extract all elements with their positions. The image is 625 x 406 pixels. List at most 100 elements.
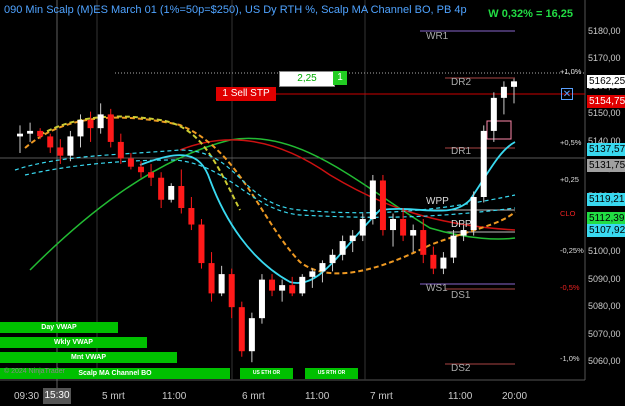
candle-body (410, 230, 417, 236)
candle-body (460, 230, 467, 236)
candle-body (420, 230, 427, 255)
price-tick-label: 5070,00 (588, 328, 621, 339)
candle-body (158, 177, 165, 200)
candle-body (450, 235, 457, 258)
x-icon[interactable]: ✕ (561, 88, 573, 100)
pct-plus-1: +1,0% (560, 67, 582, 76)
candle-body (17, 133, 23, 137)
price-tick-label: 5180,00 (588, 25, 621, 36)
pct-minus-05: -0,5% (560, 283, 580, 292)
pct-plus-025: +0,25 (560, 175, 579, 184)
price-tick-label: 5100,00 (588, 246, 621, 257)
monthly-vwap-bar: Mnt VWAP (0, 352, 177, 363)
candle-body (47, 136, 54, 148)
pct-minus-1: -1,0% (560, 354, 580, 363)
price-tick-label: 5080,00 (588, 301, 621, 312)
price-marker: 5137,57 (587, 142, 625, 156)
time-label: 5 mrt (102, 391, 125, 402)
candle-body (37, 130, 44, 137)
time-label: 11:00 (305, 391, 330, 402)
weekly-vwap-bar: Wkly VWAP (0, 337, 147, 348)
candle-body (228, 274, 235, 308)
us-rth-or-bar: US RTH OR (305, 368, 358, 379)
candle-body (400, 219, 407, 236)
price-marker: 5154,75 (587, 95, 625, 109)
us-eth-or-bar: US ETH OR (240, 368, 293, 379)
candle-body (238, 307, 245, 352)
pct-minus-025: -0,25% (560, 246, 584, 255)
candle-body (27, 130, 34, 134)
time-label: 6 mrt (242, 391, 265, 402)
level-dr2: DR2 (451, 77, 472, 88)
price-tick-label: 5170,00 (588, 53, 621, 64)
price-marker: 5162,25 (587, 74, 625, 88)
time-label: 7 mrt (370, 391, 393, 402)
price-tick-label: 5150,00 (588, 108, 621, 119)
candle-body (168, 185, 175, 200)
candle-body (117, 141, 124, 159)
chart-title: 090 Min Scalp (M)ES March 01 (1%=50p=$25… (4, 4, 467, 16)
candle-body (430, 254, 437, 269)
candle-body (77, 119, 84, 137)
day-vwap-bar: Day VWAP (0, 322, 118, 333)
candle-body (57, 147, 64, 156)
candle-body (208, 263, 215, 294)
candle-body (148, 172, 155, 178)
candle-body (349, 235, 356, 242)
price-marker: 5107,92 (587, 224, 625, 238)
candle-body (390, 219, 397, 231)
candle-body (87, 119, 94, 129)
price-marker: 5131,75 (587, 158, 625, 172)
time-label: 09:30 (14, 391, 40, 402)
candle-body (339, 241, 346, 255)
price-tick-label: 5060,00 (588, 356, 621, 367)
candle-body (67, 136, 74, 156)
level-dpp: DPP (451, 219, 472, 230)
pct-close: CLO (560, 209, 576, 218)
candle-body (490, 97, 497, 131)
candle-body (279, 285, 286, 291)
candle-body (97, 114, 104, 129)
level-dr1: DR1 (451, 146, 472, 157)
candle-body (359, 219, 366, 236)
time-label: 20:00 (502, 391, 528, 402)
level-wpp: WPP (426, 196, 449, 207)
pnl-readout: W 0,32% = 16,25 (488, 8, 573, 20)
level-ds1: DS1 (451, 290, 471, 301)
price-marker: 5112,39 (587, 211, 625, 225)
level-ws1: WS1 (426, 283, 448, 294)
candle-body (511, 81, 517, 87)
price-marker: 5119,21 (587, 193, 625, 207)
level-ds2: DS2 (451, 363, 471, 374)
order-quantity-field[interactable]: 2,25 (279, 71, 335, 87)
candle-body (127, 158, 134, 167)
candle-body (218, 274, 225, 294)
candle-body (319, 263, 326, 272)
candle-body (107, 114, 114, 142)
time-label: 11:00 (448, 391, 473, 402)
candle-body (309, 271, 316, 277)
candle-body (178, 185, 185, 209)
candle-body (440, 257, 447, 269)
candle-body (369, 180, 376, 220)
time-label: 11:00 (162, 391, 187, 402)
candle-body (258, 279, 265, 319)
sell-stop-order-label[interactable]: 1 Sell STP (216, 87, 276, 101)
candle-body (329, 254, 336, 264)
order-quantity-button[interactable]: 1 (333, 71, 347, 85)
candle-body (289, 285, 296, 294)
candle-body (379, 180, 386, 231)
candle-body (480, 130, 487, 197)
copyright-text: © 2024 NinjaTrader (4, 368, 65, 375)
level-wr1: WR1 (426, 31, 449, 42)
candle-body (188, 208, 195, 225)
candle-body (137, 166, 144, 173)
candle-body (248, 318, 255, 352)
candle-body (299, 276, 306, 294)
candle-body (269, 279, 276, 291)
pct-plus-05: +0,5% (560, 138, 582, 147)
time-cursor-label: 15:30 (43, 388, 71, 404)
candle-body (198, 224, 205, 264)
candle-body (500, 86, 507, 98)
price-tick-label: 5090,00 (588, 273, 621, 284)
